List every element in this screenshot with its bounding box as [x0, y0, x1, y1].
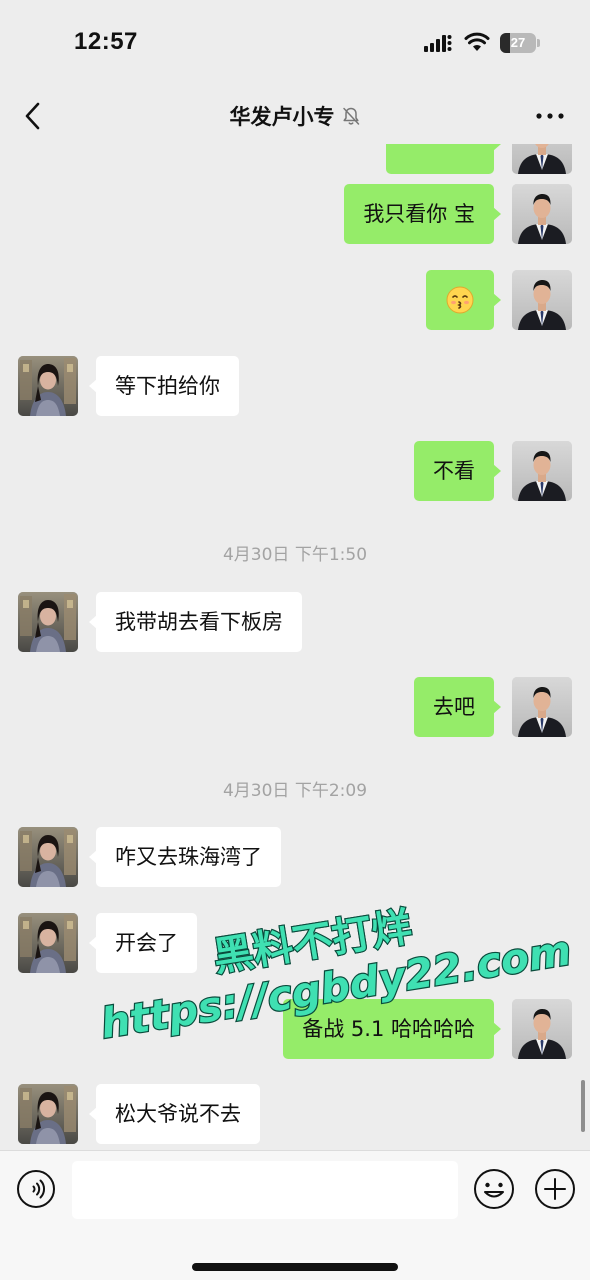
- message-bubble[interactable]: 等下拍给你: [89, 356, 239, 416]
- avatar[interactable]: [512, 270, 572, 330]
- avatar[interactable]: [18, 1084, 78, 1144]
- message-bubble[interactable]: [426, 270, 501, 330]
- message-bubble[interactable]: 松大爷说不去: [89, 1084, 260, 1144]
- battery-icon: 27: [500, 33, 540, 53]
- message-bubble[interactable]: 开会了: [89, 913, 197, 973]
- message-bubble[interactable]: 不看: [414, 441, 501, 501]
- plus-icon[interactable]: [534, 1168, 576, 1210]
- timestamp: 4月30日 下午1:50: [222, 545, 368, 565]
- avatar[interactable]: [18, 356, 78, 416]
- message-bubble[interactable]: 我只看你 宝: [344, 184, 501, 244]
- avatar[interactable]: [512, 144, 572, 174]
- chat-header: 华发卢小专: [0, 88, 590, 144]
- kissing-face-icon: [446, 286, 474, 314]
- avatar[interactable]: [18, 913, 78, 973]
- bell-off-icon: [342, 107, 359, 125]
- message-bubble[interactable]: 我带胡去看下板房: [89, 592, 302, 652]
- timestamp: 4月30日 下午2:09: [222, 781, 368, 801]
- input-bar: [0, 1150, 590, 1280]
- chat-title[interactable]: 华发卢小专: [230, 101, 335, 131]
- chat-area[interactable]: 我只看你 宝 等下拍给你 不看 4月30日 下午1:50 我带胡去看下板房 去吧: [0, 144, 590, 1150]
- more-dots-icon[interactable]: [534, 104, 566, 128]
- emoji-icon[interactable]: [473, 1168, 515, 1210]
- avatar[interactable]: [18, 827, 78, 887]
- signal-icon: [424, 35, 452, 52]
- message-bubble[interactable]: [386, 144, 501, 174]
- status-time: 12:57: [74, 28, 138, 55]
- message-input[interactable]: [72, 1161, 458, 1219]
- avatar[interactable]: [18, 592, 78, 652]
- title-wrap: 华发卢小专: [0, 88, 590, 144]
- message-bubble[interactable]: 备战 5.1 哈哈哈哈: [283, 999, 501, 1059]
- scrollbar[interactable]: [581, 1080, 585, 1132]
- wifi-icon: [464, 32, 490, 51]
- home-indicator: [192, 1263, 398, 1271]
- message-bubble[interactable]: 咋又去珠海湾了: [89, 827, 281, 887]
- status-bar: 12:57 27: [0, 0, 590, 88]
- avatar[interactable]: [512, 999, 572, 1059]
- message-bubble[interactable]: 去吧: [414, 677, 501, 737]
- avatar[interactable]: [512, 677, 572, 737]
- battery-percent: 27: [510, 35, 526, 50]
- avatar[interactable]: [512, 184, 572, 244]
- voice-icon[interactable]: [16, 1169, 56, 1209]
- avatar[interactable]: [512, 441, 572, 501]
